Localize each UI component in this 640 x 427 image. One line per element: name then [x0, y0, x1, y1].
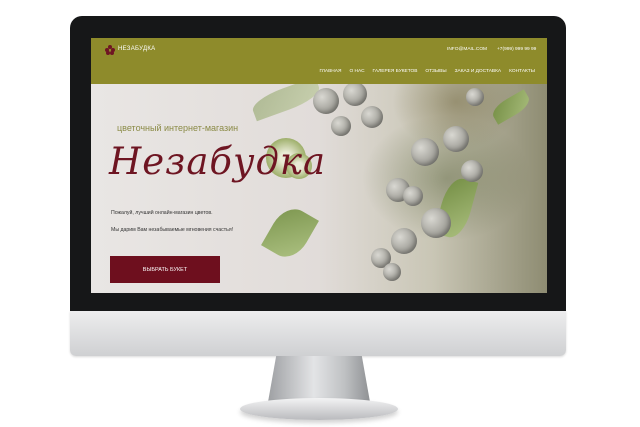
nav-item-delivery[interactable]: ЗАКАЗ И ДОСТАВКА — [455, 69, 502, 74]
logo-text[interactable]: НЕЗАБУДКА — [118, 46, 155, 52]
bouquet-image — [249, 76, 547, 293]
nav-item-contacts[interactable]: КОНТАКТЫ — [509, 69, 535, 74]
main-nav: ГЛАВНАЯ О НАС ГАЛЕРЕЯ БУКЕТОВ ОТЗЫВЫ ЗАК… — [319, 69, 535, 74]
contact-email[interactable]: INFO@MAIL.COM — [447, 47, 487, 52]
nav-item-reviews[interactable]: ОТЗЫВЫ — [425, 69, 446, 74]
hero-tagline-1: Пожалуй, лучший онлайн-магазин цветов. — [111, 210, 213, 216]
website-screen: НЕЗАБУДКА INFO@MAIL.COM +7(999) 999 99 9… — [91, 38, 547, 293]
nav-item-gallery[interactable]: ГАЛЕРЕЯ БУКЕТОВ — [373, 69, 418, 74]
flower-logo-icon[interactable] — [105, 45, 115, 55]
monitor-stand-base — [240, 398, 398, 420]
nav-item-home[interactable]: ГЛАВНАЯ — [319, 69, 341, 74]
hero-tagline-2: Мы дарим Вам незабываемые мгновения счас… — [111, 227, 234, 233]
hero-title: Незабудка — [109, 140, 327, 183]
choose-bouquet-button[interactable]: ВЫБРАТЬ БУКЕТ — [110, 256, 220, 283]
monitor-stand-neck — [268, 356, 370, 402]
monitor-chin — [70, 311, 566, 356]
nav-item-about[interactable]: О НАС — [349, 69, 364, 74]
contact-phone[interactable]: +7(999) 999 99 99 — [497, 47, 536, 52]
site-header: НЕЗАБУДКА INFO@MAIL.COM +7(999) 999 99 9… — [91, 38, 547, 84]
hero-subtitle: цветочный интернет-магазин — [117, 123, 239, 133]
